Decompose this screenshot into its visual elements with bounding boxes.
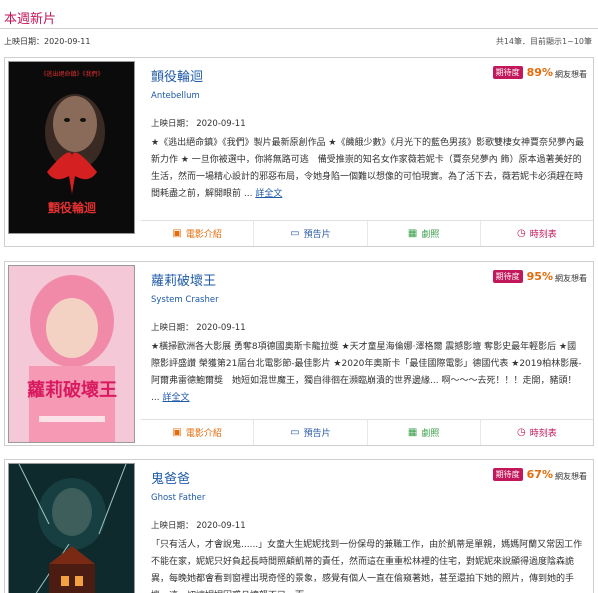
movie-poster[interactable] xyxy=(8,463,135,593)
read-more-link[interactable]: 詳全文 xyxy=(255,189,282,199)
video-icon: ▭ xyxy=(290,427,300,438)
showtimes-button[interactable]: ◷ 時刻表 xyxy=(479,221,593,246)
movie-english-title[interactable]: System Crasher xyxy=(151,295,585,305)
showtimes-button[interactable]: ◷ 時刻表 xyxy=(479,420,593,445)
synopsis-text: ★橫掃歐洲各大影展 勇奪8項德國奧斯卡龍拉獎 ★天才童星海倫娜·澤格爾 震撼影壇… xyxy=(151,342,582,403)
movie-synopsis: 「只有活人，才會說鬼......」女童大生妮妮找到一份保母的兼職工作，由於凱蒂是… xyxy=(151,537,585,593)
image-icon: ▦ xyxy=(407,228,418,239)
showtimes-label: 時刻表 xyxy=(529,429,557,439)
movie-card: 《逃出絕命鎮》《我們》 顫役輪迴 期待度 89% 網友想看 顫役輪迴 Anteb… xyxy=(4,57,594,247)
title-divider xyxy=(0,28,598,29)
movie-poster[interactable]: 《逃出絕命鎮》《我們》 顫役輪迴 xyxy=(8,61,135,234)
movie-action-bar: ▣ 電影介紹 ▭ 預告片 ▦ 劇照 ◷ 時刻表 xyxy=(141,220,593,246)
trailer-label: 預告片 xyxy=(303,429,331,439)
video-icon: ▭ xyxy=(290,228,300,239)
stills-label: 劇照 xyxy=(421,230,440,240)
movie-intro-button[interactable]: ▣ 電影介紹 xyxy=(141,420,253,445)
trailer-label: 預告片 xyxy=(303,230,331,240)
image-icon: ▦ xyxy=(407,427,418,438)
movie-title-link[interactable]: 顫役輪迴 xyxy=(151,66,585,85)
stills-button[interactable]: ▦ 劇照 xyxy=(366,221,480,246)
movie-release-date: 上映日期： 2020-09-11 xyxy=(151,323,246,333)
trailer-button[interactable]: ▭ 預告片 xyxy=(253,221,366,246)
movie-title-link[interactable]: 鬼爸爸 xyxy=(151,468,585,487)
movie-card: 期待度 67% 網友想看 鬼爸爸 Ghost Father 上映日期： 2020… xyxy=(4,459,594,593)
poster-tagline: 《逃出絕命鎮》《我們》 xyxy=(40,70,103,78)
synopsis-text: 「只有活人，才會說鬼......」女童大生妮妮找到一份保母的兼職工作，由於凱蒂是… xyxy=(151,540,583,593)
movie-poster[interactable]: 蘿莉破壞王 xyxy=(8,265,135,443)
film-icon: ▣ xyxy=(172,228,182,239)
movie-intro-label: 電影介紹 xyxy=(185,230,222,240)
movie-synopsis: ★橫掃歐洲各大影展 勇奪8項德國奧斯卡龍拉獎 ★天才童星海倫娜·澤格爾 震撼影壇… xyxy=(151,339,585,407)
result-count: 共14筆．目前顯示1~10筆 xyxy=(495,37,592,46)
read-more-link[interactable]: 詳全文 xyxy=(162,393,189,403)
movie-action-bar: ▣ 電影介紹 ▭ 預告片 ▦ 劇照 ◷ 時刻表 xyxy=(141,419,593,445)
release-date-filter: 上映日期：2020-09-11 xyxy=(4,37,91,46)
stills-label: 劇照 xyxy=(421,429,440,439)
movie-card: 蘿莉破壞王 期待度 95% 網友想看 蘿莉破壞王 System Crasher … xyxy=(4,261,594,446)
clock-icon: ◷ xyxy=(517,228,526,239)
poster-title: 蘿莉破壞王 xyxy=(27,379,117,401)
movie-release-date: 上映日期： 2020-09-11 xyxy=(151,521,246,531)
movie-release-date: 上映日期： 2020-09-11 xyxy=(151,119,246,129)
movie-english-title[interactable]: Ghost Father xyxy=(151,493,585,503)
poster-title: 顫役輪迴 xyxy=(48,200,97,215)
page-title: 本週新片 xyxy=(4,12,57,27)
stills-button[interactable]: ▦ 劇照 xyxy=(366,420,480,445)
trailer-button[interactable]: ▭ 預告片 xyxy=(253,420,366,445)
movie-synopsis: ★《逃出絕命鎮》《我們》製片最新原創作品 ★《饑餓少數》《月光下的藍色男孩》影歌… xyxy=(151,135,585,203)
showtimes-label: 時刻表 xyxy=(529,230,557,240)
movie-intro-label: 電影介紹 xyxy=(185,429,222,439)
clock-icon: ◷ xyxy=(517,427,526,438)
movie-intro-button[interactable]: ▣ 電影介紹 xyxy=(141,221,253,246)
synopsis-text: ★《逃出絕命鎮》《我們》製片最新原創作品 ★《饑餓少數》《月光下的藍色男孩》影歌… xyxy=(151,138,585,199)
movie-title-link[interactable]: 蘿莉破壞王 xyxy=(151,270,585,289)
movie-english-title[interactable]: Antebellum xyxy=(151,91,585,101)
film-icon: ▣ xyxy=(172,427,182,438)
